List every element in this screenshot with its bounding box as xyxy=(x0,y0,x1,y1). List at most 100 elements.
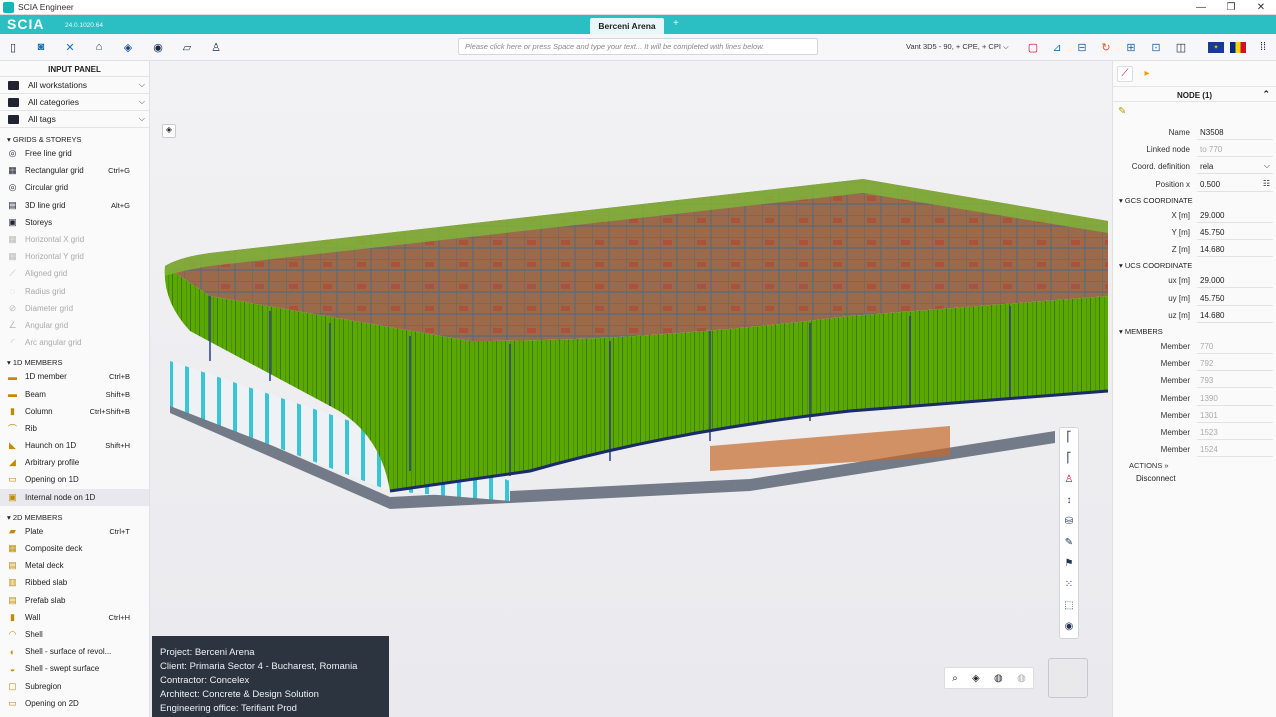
property-value[interactable]: 29.000 xyxy=(1197,208,1273,223)
romania-flag-icon[interactable] xyxy=(1230,42,1246,53)
panel-item[interactable]: ▬ Beam Shift+B xyxy=(0,385,149,402)
zoom-icon[interactable]: ⌕ xyxy=(952,673,958,684)
panel-item[interactable]: ▤ Metal deck xyxy=(0,557,149,574)
property-value[interactable]: 1390 xyxy=(1197,391,1273,406)
paint-icon[interactable]: ✎ xyxy=(1060,533,1078,554)
panel-item[interactable]: ◒ Shell - swept surface xyxy=(0,660,149,677)
database-icon[interactable]: ⛁ xyxy=(1060,512,1078,533)
structure-icon[interactable]: ⌂ xyxy=(92,40,106,54)
disconnect-button[interactable]: Disconnect xyxy=(1113,472,1276,486)
section-header[interactable]: ▾ 1D MEMBERS xyxy=(0,356,149,368)
actions-tab-icon[interactable]: ▸ xyxy=(1139,66,1155,82)
panel-item[interactable]: ◣ Haunch on 1D Shift+H xyxy=(0,437,149,454)
panel-item[interactable]: ▢ Subregion xyxy=(0,677,149,694)
panel-item[interactable]: ▮ Wall Ctrl+H xyxy=(0,609,149,626)
section-header[interactable]: ▾ GRIDS & STOREYS xyxy=(0,133,149,145)
maximize-button[interactable]: ❐ xyxy=(1216,0,1246,15)
select-frame-icon[interactable]: ▢ xyxy=(1026,40,1040,54)
section-2-icon[interactable]: ⎡ xyxy=(1060,449,1078,470)
panel-item[interactable]: ◢ Arbitrary profile xyxy=(0,454,149,471)
collapse-icon[interactable]: ⌃ xyxy=(1262,89,1270,100)
panel-item[interactable]: ◌ Radius grid xyxy=(0,283,149,300)
property-value[interactable]: 14.680 xyxy=(1197,308,1273,323)
property-value[interactable]: 29.000 xyxy=(1197,273,1273,289)
search-people-icon[interactable]: ♙ xyxy=(209,40,223,54)
edit-pencil-icon[interactable]: ✎ xyxy=(1113,102,1276,124)
property-value[interactable]: 1524 xyxy=(1197,442,1273,458)
members-section-header[interactable]: ▾ MEMBERS xyxy=(1113,324,1276,338)
property-value[interactable]: 792 xyxy=(1197,356,1273,372)
properties-tab-icon[interactable]: ⟋ xyxy=(1117,65,1133,82)
document-tab[interactable]: Berceni Arena xyxy=(590,18,664,34)
model-cube-icon[interactable]: ◈ xyxy=(121,40,135,54)
property-value[interactable]: 770 xyxy=(1197,339,1273,354)
panel-item[interactable]: ▭ Opening on 2D xyxy=(0,695,149,712)
panel-item[interactable]: ▦ Horizontal X grid xyxy=(0,231,149,248)
property-value[interactable]: to 770 xyxy=(1197,142,1273,158)
panel-item[interactable]: ▣ Storeys xyxy=(0,214,149,231)
property-value[interactable]: 45.750 xyxy=(1197,291,1273,306)
window-icon[interactable]: ◫ xyxy=(1174,40,1188,54)
panel-item[interactable]: ▣ Internal node on 1D xyxy=(0,488,149,506)
property-value[interactable]: 1301 xyxy=(1197,408,1273,423)
close-button[interactable]: ✕ xyxy=(1246,0,1276,15)
panel-item[interactable]: ▤ 3D line grid Alt+G xyxy=(0,197,149,214)
ucs-section-header[interactable]: ▾ UCS COORDINATE xyxy=(1113,258,1276,272)
render-icon[interactable]: ◍ xyxy=(994,673,1003,684)
flag-icon[interactable]: ⚑ xyxy=(1060,554,1078,575)
panel-item[interactable]: ◠ Shell xyxy=(0,626,149,643)
grid-dots-icon[interactable]: ⁙ xyxy=(1060,575,1078,596)
select-area-icon[interactable]: ⬚ xyxy=(1060,596,1078,617)
panel-item[interactable]: ▭ Opening on 1D xyxy=(0,471,149,488)
eye-icon[interactable]: ◉ xyxy=(1060,617,1078,638)
command-line-input[interactable]: Please click here or press Space and typ… xyxy=(458,38,818,55)
property-value[interactable]: N3508 xyxy=(1197,125,1273,141)
panel-item[interactable]: ▥ Ribbed slab xyxy=(0,574,149,591)
panel-item[interactable]: ◎ Free line grid xyxy=(0,145,149,162)
panel-item[interactable]: ◜ Arc angular grid xyxy=(0,334,149,351)
panel-item[interactable]: ◐ Shell - surface of revol... xyxy=(0,643,149,660)
section-icon[interactable]: ⎡ xyxy=(1060,428,1078,449)
view-cube-icon[interactable]: ◈ xyxy=(162,124,176,138)
export-icon[interactable]: ⊡ xyxy=(1149,40,1163,54)
gcs-section-header[interactable]: ▾ GCS COORDINATE xyxy=(1113,193,1276,207)
3d-viewport[interactable]: ◈ ⎡ ⎡ ♙ ↕ ⛁ ✎ ⚑ ⁙ ⬚ ◉ ⌕ ◈ ◍ ◍ Λ xyxy=(150,61,1250,717)
panel-item[interactable]: ∠ Angular grid xyxy=(0,317,149,334)
panel-item[interactable]: ◎ Circular grid xyxy=(0,179,149,196)
tools-icon[interactable]: ✕ xyxy=(63,40,77,54)
panel-item[interactable]: ⟋ Aligned grid xyxy=(0,265,149,282)
panel-item[interactable]: ▮ Column Ctrl+Shift+B xyxy=(0,403,149,420)
actions-header[interactable]: ACTIONS » xyxy=(1113,458,1276,472)
panel-item[interactable]: ⌒ Rib xyxy=(0,420,149,437)
chevron-down-icon[interactable]: ⌵ xyxy=(1264,161,1270,171)
new-file-icon[interactable]: ▯ xyxy=(6,40,20,54)
panel-item[interactable]: ▦ Composite deck xyxy=(0,540,149,557)
view-selection-dropdown[interactable]: Vant 3D5 - 90, + CPE, + CPI ⌵ xyxy=(906,42,1009,52)
property-value[interactable]: 793 xyxy=(1197,373,1273,389)
eu-flag-icon[interactable]: ✦ xyxy=(1208,42,1224,53)
view-eye-icon[interactable]: ◉ xyxy=(151,40,165,54)
panel-item[interactable]: ▰ Plate Ctrl+T xyxy=(0,523,149,540)
measure-icon[interactable]: ⊿ xyxy=(1050,40,1064,54)
property-value[interactable]: 45.750 xyxy=(1197,225,1273,241)
grid-picker-icon[interactable]: ☷ xyxy=(1263,179,1270,188)
save-icon[interactable]: ◙ xyxy=(34,40,48,54)
navigation-cube[interactable] xyxy=(1048,658,1088,698)
book-icon[interactable]: ▱ xyxy=(180,40,194,54)
property-value[interactable]: 1523 xyxy=(1197,425,1273,440)
layers-icon[interactable]: ⊞ xyxy=(1124,40,1138,54)
property-value[interactable]: 0.500 xyxy=(1197,177,1273,192)
person-icon[interactable]: ♙ xyxy=(1060,470,1078,491)
refresh-icon[interactable]: ↻ xyxy=(1099,40,1113,54)
property-value[interactable]: rela xyxy=(1197,159,1273,175)
panel-item[interactable]: ⊘ Diameter grid xyxy=(0,300,149,317)
filter-dropdown[interactable]: All workstations ⌵ xyxy=(0,77,149,94)
section-header[interactable]: ▾ 2D MEMBERS xyxy=(0,511,149,523)
property-value[interactable]: 14.680 xyxy=(1197,242,1273,258)
move-icon[interactable]: ↕ xyxy=(1060,491,1078,512)
panel-item[interactable]: ▦ Horizontal Y grid xyxy=(0,248,149,265)
panel-item[interactable]: ▤ Prefab slab xyxy=(0,592,149,609)
cube-icon[interactable]: ◈ xyxy=(972,673,980,684)
filter-dropdown[interactable]: All tags ⌵ xyxy=(0,111,149,128)
minimize-button[interactable]: — xyxy=(1186,0,1216,15)
